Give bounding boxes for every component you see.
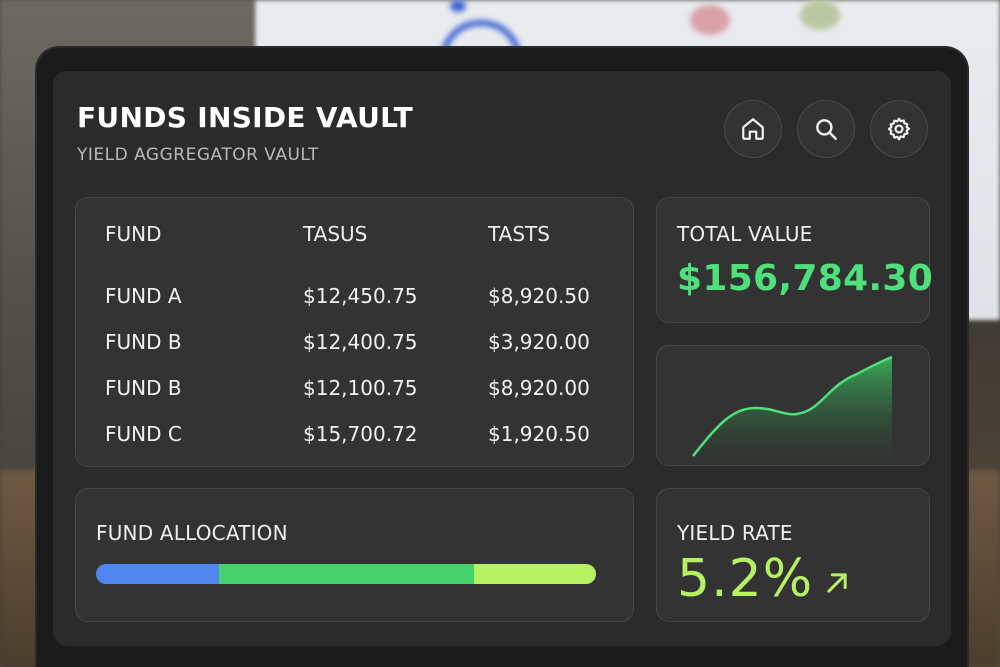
column-header-tasts: TASTS [488, 222, 550, 246]
fund-allocation-segment [473, 564, 596, 584]
yield-rate-label: YIELD RATE [677, 521, 793, 545]
total-value-card: TOTAL VALUE $156,784.30 [656, 197, 934, 323]
fund-allocation-bar [96, 564, 596, 584]
tasus-cell: $12,100.75 [303, 376, 418, 400]
tasts-cell: $8,920.50 [488, 284, 590, 308]
search-icon [816, 119, 837, 140]
fund-name-cell: FUND B [105, 330, 182, 354]
tasus-cell: $12,450.75 [303, 284, 418, 308]
fund-name-cell: FUND C [105, 422, 182, 446]
tasts-cell: $3,920.00 [488, 330, 590, 354]
column-header-tasus: TASUS [303, 222, 368, 246]
trend-area [693, 357, 892, 464]
tasus-cell: $12,400.75 [303, 330, 418, 354]
trend-chart-card [656, 345, 930, 466]
dashboard-screen: FUNDS INSIDE VAULT YIELD AGGREGATOR VAUL… [53, 71, 951, 646]
fund-name-cell: FUND B [105, 376, 182, 400]
fund-name-cell: FUND A [105, 284, 182, 308]
page-subtitle: YIELD AGGREGATOR VAULT [77, 145, 319, 165]
tasus-cell: $15,700.72 [303, 422, 418, 446]
funds-table: FUND TASUS TASTS FUND A $12,450.75 $8,92… [75, 197, 634, 467]
fund-allocation-segment [218, 564, 474, 584]
page-title: FUNDS INSIDE VAULT [77, 101, 414, 134]
column-header-fund: FUND [105, 222, 162, 246]
background-decoration [450, 0, 466, 12]
arrow-up-right-icon [827, 573, 847, 593]
yield-rate-card: YIELD RATE 5.2% [656, 488, 930, 622]
fund-allocation-segment [96, 564, 219, 584]
total-value-label: TOTAL VALUE [677, 222, 813, 246]
home-icon [742, 118, 764, 140]
settings-button[interactable] [870, 100, 928, 158]
yield-rate-value: 5.2% [677, 549, 814, 609]
gear-icon [887, 117, 911, 141]
background-decoration [690, 5, 730, 35]
total-value-amount: $156,784.30 [677, 258, 934, 299]
tasts-cell: $8,920.00 [488, 376, 590, 400]
tasts-cell: $1,920.50 [488, 422, 590, 446]
fund-allocation-label: FUND ALLOCATION [96, 521, 288, 545]
search-button[interactable] [797, 100, 855, 158]
background-decoration [800, 0, 840, 30]
trend-chart [692, 355, 893, 464]
home-button[interactable] [724, 100, 782, 158]
fund-allocation-card: FUND ALLOCATION [75, 488, 634, 622]
